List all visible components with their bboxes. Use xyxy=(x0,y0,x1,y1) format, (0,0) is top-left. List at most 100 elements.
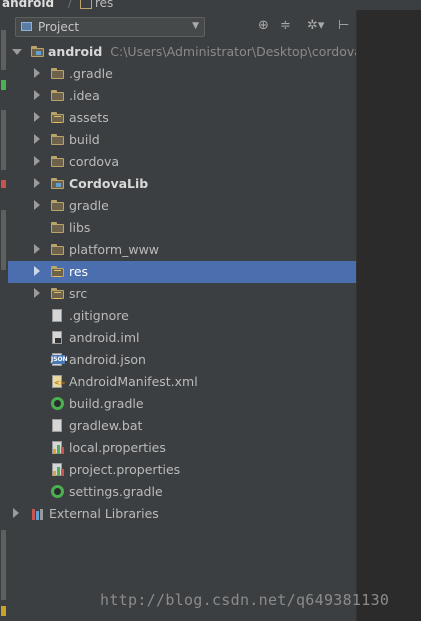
tree-item-src[interactable]: src xyxy=(8,283,356,305)
item-label: .idea xyxy=(69,88,100,103)
folder-icon xyxy=(51,155,65,168)
tree-item-libs[interactable]: libs xyxy=(8,217,356,239)
tree-root-android[interactable]: android C:\Users\Administrator\Desktop\co… xyxy=(8,41,362,63)
item-label: build xyxy=(69,132,100,147)
expand-arrow-icon[interactable] xyxy=(13,508,19,518)
expand-arrow-icon[interactable] xyxy=(34,90,40,100)
tree-item-settings-gradle[interactable]: settings.gradle xyxy=(8,481,356,503)
module-folder-icon xyxy=(51,177,65,190)
module-folder-icon xyxy=(31,45,45,58)
tree-item-android-json[interactable]: JSON android.json xyxy=(8,349,356,371)
item-label: .gradle xyxy=(69,66,113,81)
collapse-all-icon[interactable]: ≑ xyxy=(280,19,291,33)
tree-item-platform-www[interactable]: platform_www xyxy=(8,239,356,261)
folder-icon xyxy=(51,221,65,234)
tree-item-cordovalib[interactable]: CordovaLib xyxy=(8,173,356,195)
tree-item-idea[interactable]: .idea xyxy=(8,85,356,107)
item-label: local.properties xyxy=(69,440,166,455)
project-panel: Project ▼ ⊕ ≑ ✲▾ ⊢ android C:\Users\Admin… xyxy=(8,10,362,621)
item-label: platform_www xyxy=(69,242,160,257)
tree-item-assets[interactable]: assets xyxy=(8,107,356,129)
tree-item-external-libraries[interactable]: External Libraries xyxy=(8,503,356,525)
tree-item-local-properties[interactable]: local.properties xyxy=(8,437,356,459)
item-label: android.json xyxy=(69,352,146,367)
breadcrumb-folder[interactable]: res xyxy=(80,0,113,10)
expand-arrow-icon[interactable] xyxy=(34,112,40,122)
expand-arrow-icon[interactable] xyxy=(34,68,40,78)
tree-item-build-gradle[interactable]: build.gradle xyxy=(8,393,356,415)
tool-tab-captures[interactable] xyxy=(1,210,6,270)
text-file-icon xyxy=(51,309,65,322)
expand-arrow-icon[interactable] xyxy=(34,134,40,144)
settings-gear-icon[interactable]: ✲▾ xyxy=(307,19,324,33)
view-selector-label: Project xyxy=(38,20,80,34)
resource-folder-icon xyxy=(51,265,65,278)
item-label: res xyxy=(69,264,89,279)
expand-arrow-icon[interactable] xyxy=(34,200,40,210)
view-selector[interactable]: Project ▼ xyxy=(15,17,205,37)
android-icon[interactable] xyxy=(1,80,6,90)
expand-arrow-icon[interactable] xyxy=(34,244,40,254)
item-label: CordovaLib xyxy=(69,176,149,191)
gradle-file-icon xyxy=(51,485,65,498)
text-file-icon xyxy=(51,419,65,432)
resource-folder-icon xyxy=(80,0,92,9)
item-label: AndroidManifest.xml xyxy=(69,374,198,389)
expand-arrow-icon[interactable] xyxy=(34,178,40,188)
root-label: android C:\Users\Administrator\Desktop\co… xyxy=(48,44,362,59)
watermark-text: http://blog.csdn.net/q649381130 xyxy=(100,591,390,609)
item-label: libs xyxy=(69,220,91,235)
expand-arrow-icon[interactable] xyxy=(34,156,40,166)
tree-item-android-manifest[interactable]: <> AndroidManifest.xml xyxy=(8,371,356,393)
item-label: gradlew.bat xyxy=(69,418,143,433)
folder-icon xyxy=(51,199,65,212)
item-label: cordova xyxy=(69,154,120,169)
item-label: build.gradle xyxy=(69,396,144,411)
favorites-star-icon[interactable] xyxy=(1,606,6,616)
properties-file-icon xyxy=(51,441,65,454)
hide-panel-icon[interactable]: ⊢ xyxy=(338,19,349,33)
iml-file-icon xyxy=(51,331,65,344)
breadcrumb-project[interactable]: android xyxy=(2,0,54,10)
json-file-icon: JSON xyxy=(51,353,68,366)
libraries-icon xyxy=(31,507,45,520)
scroll-from-source-icon[interactable]: ⊕ xyxy=(258,19,269,33)
tree-item-cordova[interactable]: cordova xyxy=(8,151,356,173)
item-label: .gitignore xyxy=(69,308,129,323)
tree-item-project-properties[interactable]: project.properties xyxy=(8,459,356,481)
folder-icon xyxy=(51,89,65,102)
captures-icon[interactable] xyxy=(1,180,6,188)
item-label: project.properties xyxy=(69,462,181,477)
tree-item-android-iml[interactable]: android.iml xyxy=(8,327,356,349)
gradle-file-icon xyxy=(51,397,65,410)
tree-item-gradle[interactable]: gradle xyxy=(8,195,356,217)
tool-tab-favorites[interactable] xyxy=(1,530,6,600)
item-label: External Libraries xyxy=(49,506,159,521)
panel-header: Project ▼ ⊕ ≑ ✲▾ ⊢ xyxy=(8,16,356,40)
tree-item-gitignore[interactable]: .gitignore xyxy=(8,305,356,327)
dropdown-arrow-icon: ▼ xyxy=(192,21,199,31)
item-label: android.iml xyxy=(69,330,140,345)
tree-item-gradle-dir[interactable]: .gradle xyxy=(8,63,356,85)
project-view-icon xyxy=(21,22,32,31)
tool-tab-project[interactable] xyxy=(1,30,6,70)
item-label: src xyxy=(69,286,88,301)
item-label: assets xyxy=(69,110,109,125)
expand-arrow-icon[interactable] xyxy=(34,266,40,276)
tool-tab-structure[interactable] xyxy=(1,110,6,170)
breadcrumb-separator-icon: / xyxy=(68,0,72,10)
tree-item-gradlew-bat[interactable]: gradlew.bat xyxy=(8,415,356,437)
xml-file-icon: <> xyxy=(51,375,66,388)
tree-item-build[interactable]: build xyxy=(8,129,356,151)
folder-icon xyxy=(51,243,65,256)
tree-item-res[interactable]: res xyxy=(8,261,356,283)
item-label: settings.gradle xyxy=(69,484,163,499)
properties-file-icon xyxy=(51,463,65,476)
folder-icon xyxy=(51,67,65,80)
collapse-arrow-icon[interactable] xyxy=(12,49,22,55)
resource-folder-icon xyxy=(51,111,65,124)
expand-arrow-icon[interactable] xyxy=(34,288,40,298)
item-label: gradle xyxy=(69,198,109,213)
resource-folder-icon xyxy=(51,287,65,300)
editor-area xyxy=(356,10,421,621)
